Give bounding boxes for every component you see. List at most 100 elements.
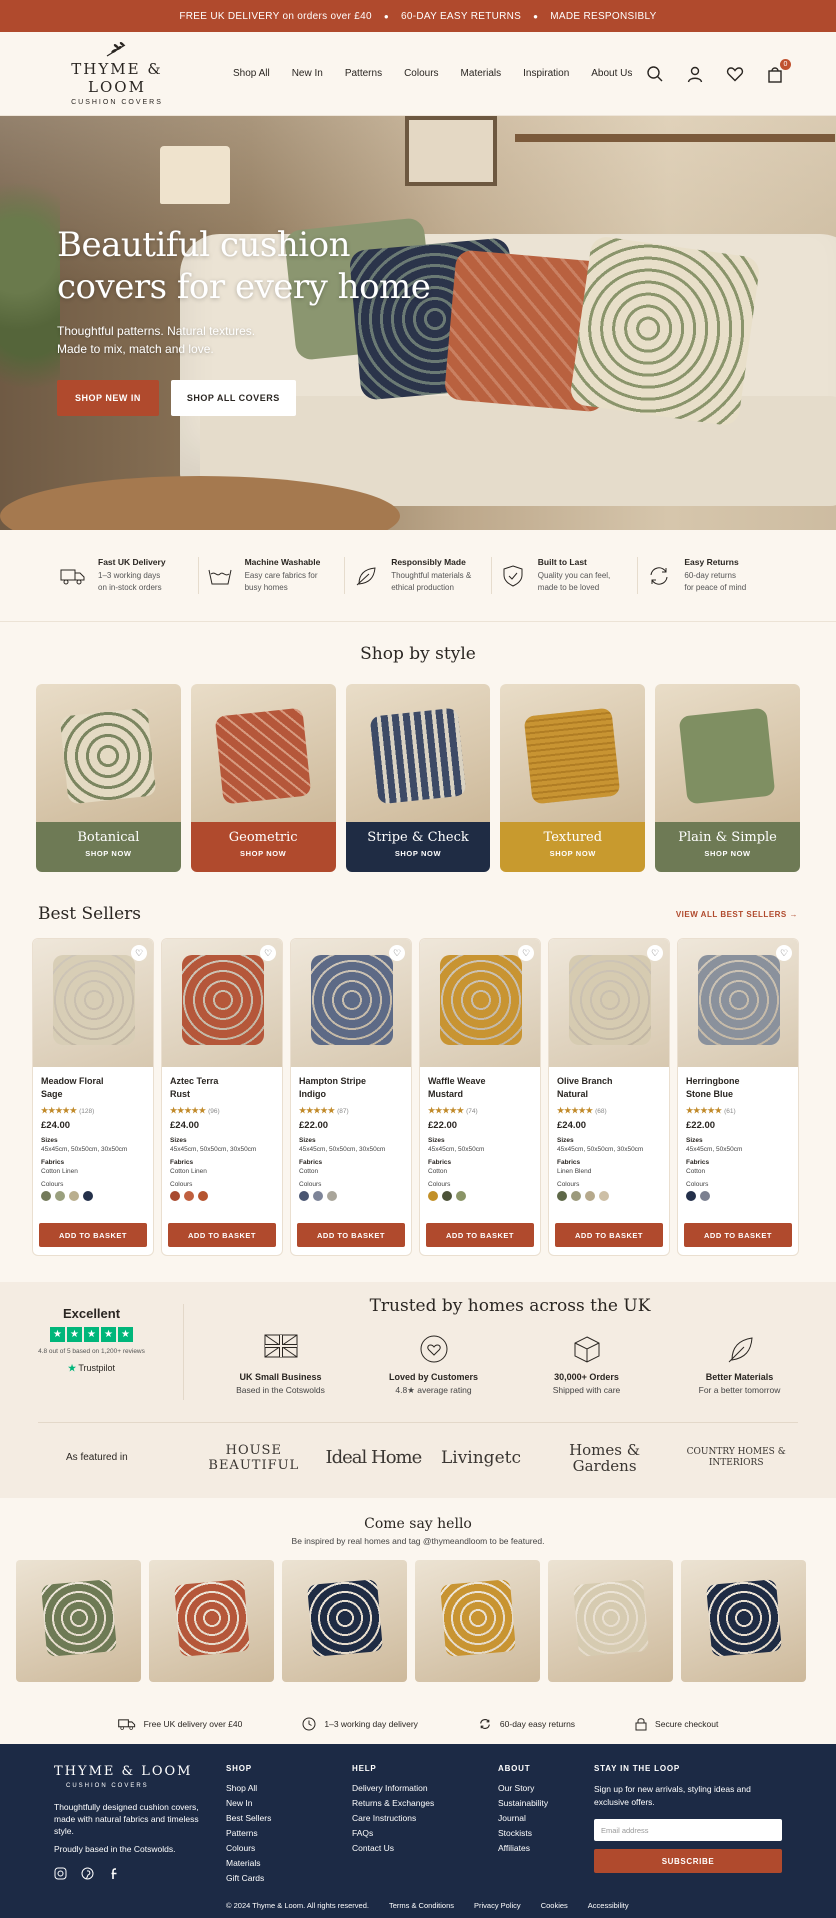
footer-link[interactable]: Patterns [226, 1828, 352, 1838]
wishlist-heart-icon[interactable]: ♡ [776, 945, 792, 961]
footer-link[interactable]: Sustainability [498, 1798, 594, 1808]
footer-link[interactable]: Care Instructions [352, 1813, 498, 1823]
footer-link[interactable]: Shop All [226, 1783, 352, 1793]
footer-link[interactable]: Returns & Exchanges [352, 1798, 498, 1808]
bag-icon[interactable]: 0 [766, 58, 791, 83]
style-card-plain-simple[interactable]: Plain & Simple SHOP NOW [655, 684, 800, 872]
facebook-icon[interactable] [108, 1867, 121, 1880]
nav-materials[interactable]: Materials [450, 68, 513, 79]
nav-colours[interactable]: Colours [393, 68, 449, 79]
nav-about-us[interactable]: About Us [580, 68, 643, 79]
wishlist-heart-icon[interactable]: ♡ [260, 945, 276, 961]
footer-link[interactable]: FAQs [352, 1828, 498, 1838]
footer-link[interactable]: Affiliates [498, 1843, 594, 1853]
product-card[interactable]: ♡ Waffle Weave Mustard ★★★★★ (74) £22.00 … [419, 938, 541, 1256]
add-to-basket-button[interactable]: ADD TO BASKET [168, 1223, 276, 1247]
shop-now-link[interactable]: SHOP NOW [36, 849, 181, 858]
instagram-icon[interactable] [54, 1867, 67, 1880]
footer-link[interactable]: Colours [226, 1843, 352, 1853]
colour-swatch[interactable] [184, 1191, 194, 1201]
colour-swatch[interactable] [599, 1191, 609, 1201]
legal-link-cookies[interactable]: Cookies [541, 1901, 568, 1910]
colour-swatch[interactable] [442, 1191, 452, 1201]
colour-swatch[interactable] [456, 1191, 466, 1201]
product-card[interactable]: ♡ Olive Branch Natural ★★★★★ (68) £24.00 … [548, 938, 670, 1256]
legal-link-terms[interactable]: Terms & Conditions [389, 1901, 454, 1910]
style-card-textured[interactable]: Textured SHOP NOW [500, 684, 646, 872]
instagram-photo[interactable] [548, 1560, 673, 1682]
instagram-photo[interactable] [16, 1560, 141, 1682]
footer-link[interactable]: Gift Cards [226, 1873, 352, 1883]
wishlist-heart-icon[interactable]: ♡ [647, 945, 663, 961]
add-to-basket-button[interactable]: ADD TO BASKET [297, 1223, 405, 1247]
shop-now-link[interactable]: SHOP NOW [500, 849, 645, 858]
style-card-stripe-check[interactable]: Stripe & Check SHOP NOW [345, 684, 491, 872]
style-name: Stripe & Check [367, 830, 469, 845]
footer-link[interactable]: Materials [226, 1858, 352, 1868]
style-card-botanical[interactable]: Botanical SHOP NOW [36, 684, 181, 872]
subscribe-button[interactable]: SUBSCRIBE [594, 1849, 782, 1873]
nav-patterns[interactable]: Patterns [334, 68, 393, 79]
colour-swatch[interactable] [327, 1191, 337, 1201]
product-card[interactable]: ♡ Herringbone Stone Blue ★★★★★ (61) £22.0… [677, 938, 799, 1256]
footer-link[interactable]: Contact Us [352, 1843, 498, 1853]
add-to-basket-button[interactable]: ADD TO BASKET [39, 1223, 147, 1247]
search-icon[interactable] [646, 65, 664, 83]
wishlist-heart-icon[interactable]: ♡ [389, 945, 405, 961]
logo[interactable]: THYME & LOOM CUSHION COVERS [52, 41, 182, 106]
legal-link-privacy[interactable]: Privacy Policy [474, 1901, 521, 1910]
trustpilot-widget[interactable]: Excellent ★ ★ ★ ★ ★ 4.8 out of 5 based on 1,… [0, 1304, 184, 1400]
style-card-geometric[interactable]: Geometric SHOP NOW [190, 684, 336, 872]
instagram-photo[interactable] [681, 1560, 806, 1682]
shop-new-in-button[interactable]: SHOP NEW IN [57, 380, 159, 416]
heart-icon[interactable] [726, 65, 744, 83]
colour-swatch[interactable] [55, 1191, 65, 1201]
instagram-photo[interactable] [415, 1560, 540, 1682]
legal-link-accessibility[interactable]: Accessibility [588, 1901, 629, 1910]
add-to-basket-button[interactable]: ADD TO BASKET [684, 1223, 792, 1247]
colour-swatch[interactable] [170, 1191, 180, 1201]
colour-swatch[interactable] [557, 1191, 567, 1201]
nav-shop-all[interactable]: Shop All [222, 68, 281, 79]
nav-inspiration[interactable]: Inspiration [512, 68, 580, 79]
colour-swatch[interactable] [700, 1191, 710, 1201]
view-all-best-sellers-link[interactable]: VIEW ALL BEST SELLERS → [676, 910, 798, 919]
product-card[interactable]: ♡ Hampton Stripe Indigo ★★★★★ (87) £22.00… [290, 938, 412, 1256]
nav-new-in[interactable]: New In [281, 68, 334, 79]
footer-link[interactable]: Best Sellers [226, 1813, 352, 1823]
shop-now-link[interactable]: SHOP NOW [346, 849, 491, 858]
colour-swatch[interactable] [571, 1191, 581, 1201]
colour-swatch[interactable] [428, 1191, 438, 1201]
email-input[interactable]: Email address [594, 1819, 782, 1841]
add-to-basket-button[interactable]: ADD TO BASKET [555, 1223, 663, 1247]
colour-swatch[interactable] [83, 1191, 93, 1201]
add-to-basket-button[interactable]: ADD TO BASKET [426, 1223, 534, 1247]
colours-label: Colours [557, 1181, 580, 1188]
shop-now-link[interactable]: SHOP NOW [655, 849, 800, 858]
footer-link[interactable]: New In [226, 1798, 352, 1808]
pillow-image-botanical [568, 234, 762, 428]
colour-swatch[interactable] [686, 1191, 696, 1201]
footer-link[interactable]: Our Story [498, 1783, 594, 1793]
wishlist-heart-icon[interactable]: ♡ [518, 945, 534, 961]
wishlist-heart-icon[interactable]: ♡ [131, 945, 147, 961]
pinterest-icon[interactable] [81, 1867, 94, 1880]
footer-based: Proudly based in the Cotswolds. [54, 1844, 176, 1854]
footer-link[interactable]: Journal [498, 1813, 594, 1823]
colour-swatch[interactable] [198, 1191, 208, 1201]
colour-swatch[interactable] [313, 1191, 323, 1201]
colour-swatch[interactable] [69, 1191, 79, 1201]
colour-swatch[interactable] [585, 1191, 595, 1201]
instagram-photo[interactable] [282, 1560, 407, 1682]
colour-swatch[interactable] [299, 1191, 309, 1201]
footer-link[interactable]: Delivery Information [352, 1783, 498, 1793]
shop-all-covers-button[interactable]: SHOP ALL COVERS [170, 380, 296, 416]
product-card[interactable]: ♡ Aztec Terra Rust ★★★★★ (96) £24.00 Size… [161, 938, 283, 1256]
feature-desc: Thoughtful materials & ethical production [391, 571, 472, 592]
footer-link[interactable]: Stockists [498, 1828, 594, 1838]
instagram-photo[interactable] [149, 1560, 274, 1682]
colour-swatch[interactable] [41, 1191, 51, 1201]
product-card[interactable]: ♡ Meadow Floral Sage ★★★★★ (128) £24.00 S… [32, 938, 154, 1256]
shop-now-link[interactable]: SHOP NOW [191, 849, 336, 858]
user-icon[interactable] [686, 65, 704, 83]
